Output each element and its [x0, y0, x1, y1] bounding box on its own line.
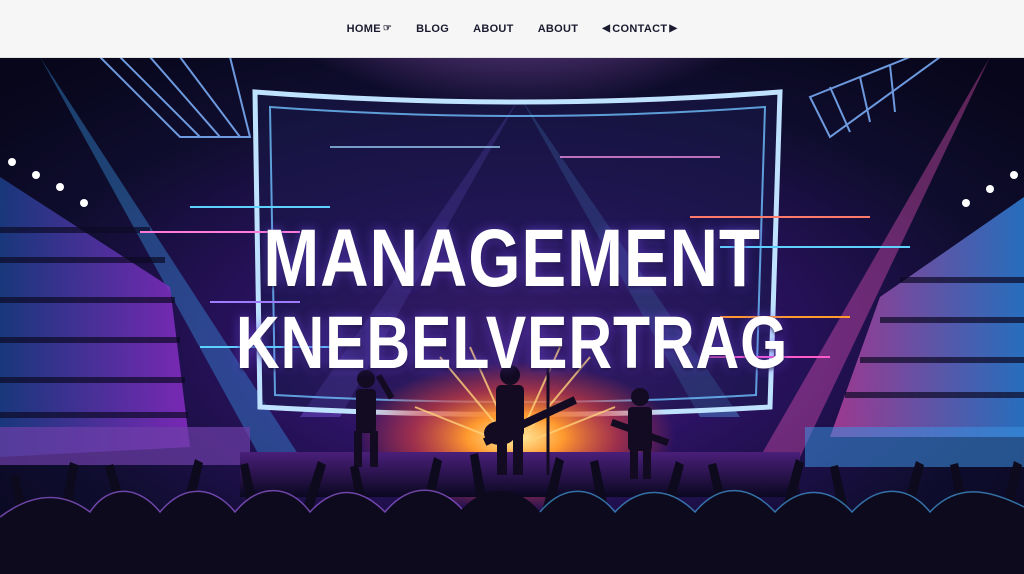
nav-list: HOME ☞ BLOG ABOUT ABOUT ◀ CONTACT ▶: [335, 19, 690, 39]
right-barrier: [805, 427, 1024, 467]
nav-item-about-2[interactable]: ABOUT: [526, 19, 591, 39]
hero-title-line-2: KNEBELVERTRAG: [235, 301, 789, 385]
hero-title: MANAGEMENT KNEBELVERTRAG: [0, 218, 1024, 380]
left-barrier: [0, 427, 250, 465]
hero-section: MANAGEMENT KNEBELVERTRAG: [0, 57, 1024, 574]
nav-item-label: HOME: [346, 22, 381, 35]
nav-item-contact[interactable]: ◀ CONTACT ▶: [590, 19, 689, 39]
nav-item-label: BLOG: [416, 22, 450, 35]
hero-title-line-1: MANAGEMENT: [263, 213, 761, 305]
nav-item-about[interactable]: ABOUT: [461, 19, 526, 39]
hand-pointer-icon: ☞: [382, 23, 393, 34]
arrow-left-icon: ◀: [602, 23, 611, 34]
nav-item-blog[interactable]: BLOG: [404, 19, 461, 39]
nav-item-label: CONTACT: [612, 22, 668, 35]
arrow-right-icon: ▶: [669, 23, 678, 34]
nav-item-home[interactable]: HOME ☞: [335, 19, 404, 39]
top-navigation: HOME ☞ BLOG ABOUT ABOUT ◀ CONTACT ▶: [0, 0, 1024, 58]
nav-item-label: ABOUT: [473, 22, 514, 35]
nav-item-label: ABOUT: [537, 22, 579, 35]
page: HOME ☞ BLOG ABOUT ABOUT ◀ CONTACT ▶ MANA…: [0, 0, 1024, 574]
